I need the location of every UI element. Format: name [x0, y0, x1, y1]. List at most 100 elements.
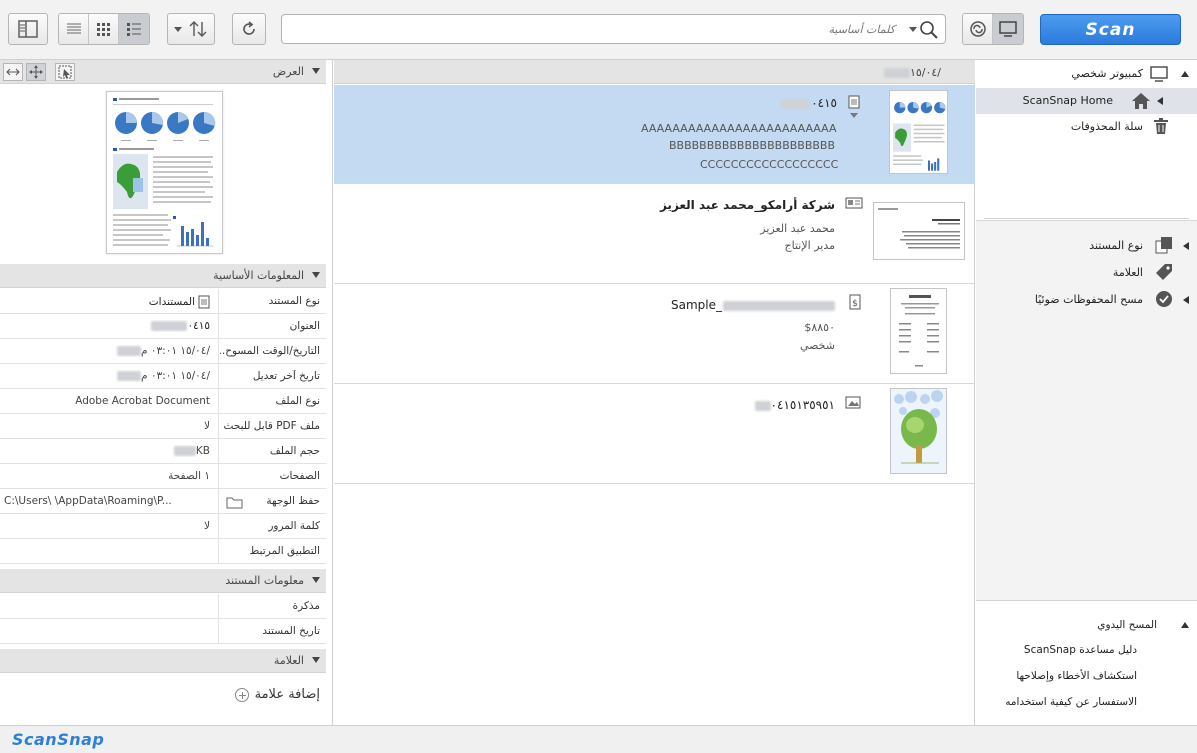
document-icon: [848, 95, 860, 109]
receipt-image: [899, 295, 939, 367]
list-item[interactable]: ٠٤١٥١٣٥٩٥١: [334, 384, 975, 484]
nav-filter-area: نوع المستند العلامة مسح المحفوظات ضوئيًا: [976, 220, 1197, 600]
collapse-triangle-icon[interactable]: [1157, 97, 1163, 105]
search-input[interactable]: كلمات أساسية: [829, 23, 896, 36]
info-value: KB: [5, 445, 210, 457]
info-label: ملف PDF قابل للبحث فيه: [220, 420, 320, 432]
info-value: C:\Users\ \AppData\Roaming\P...: [4, 495, 172, 507]
info-label: الصفحات: [279, 470, 320, 482]
refresh-button[interactable]: [232, 13, 266, 45]
document-title: شركة أرامكو_محمد عبد العزيز: [659, 198, 835, 212]
refresh-icon: [243, 21, 255, 35]
view-grid-button[interactable]: [89, 14, 119, 44]
computer-mode-button[interactable]: [993, 14, 1023, 44]
toolbar: كلمات أساسية Scan: [0, 0, 1197, 60]
monitor-icon: [999, 21, 1017, 37]
doc-info-table: مذكرة تاريخ المستند: [0, 594, 326, 644]
search-options-dropdown-icon[interactable]: [909, 27, 917, 32]
receipt-thumbnail[interactable]: [890, 288, 947, 374]
expand-triangle-icon[interactable]: [1181, 71, 1189, 77]
info-row-linked-app: التطبيق المرتبط: [0, 539, 326, 564]
fit-width-button[interactable]: [3, 63, 23, 81]
nav-label: العلامة: [1112, 266, 1143, 279]
search-icon[interactable]: [919, 20, 939, 40]
svg-text:$: $: [852, 299, 858, 309]
scansnap-logo: ScanSnap: [12, 730, 105, 749]
list-item[interactable]: ٠٤١٥ AAAAAAAAAAAAAAAAAAAAAAAAA BBBBBBBBB…: [334, 85, 975, 184]
navigation-pane: كمبيوتر شخصي ScanSnap Home سلة المحذوفات…: [976, 60, 1197, 725]
info-value: Adobe Acrobat Document: [75, 395, 210, 407]
info-label: كلمة المرور: [268, 520, 320, 532]
collapse-triangle-icon[interactable]: [312, 657, 320, 663]
collapse-triangle-icon[interactable]: [312, 272, 320, 278]
list-item[interactable]: $ Sample_ ٨٨٥٠$ شخصي: [334, 284, 975, 384]
sort-button[interactable]: [167, 13, 215, 45]
info-row-searchable-pdf: ملف PDF قابل للبحث فيه لا: [0, 414, 326, 439]
info-row-title: العنوان ٠٤١٥: [0, 314, 326, 339]
expand-triangle-icon[interactable]: [1183, 242, 1189, 250]
doc-info-section-header[interactable]: معلومات المستند: [0, 569, 326, 593]
nav-label: كمبيوتر شخصي: [1071, 67, 1143, 80]
search-box[interactable]: كلمات أساسية: [281, 14, 946, 44]
help-manual-scan[interactable]: المسح اليدوي: [1097, 619, 1157, 631]
doc-info-title: معلومات المستند: [225, 574, 304, 587]
tags-section-header[interactable]: العلامة: [0, 649, 326, 673]
expand-triangle-icon[interactable]: [1181, 622, 1189, 628]
preview-title: العرض: [272, 65, 304, 78]
photo-image: [891, 389, 946, 473]
basic-info-title: المعلومات الأساسية: [213, 269, 304, 282]
document-text-line: BBBBBBBBBBBBBBBBBBBBBB: [669, 139, 836, 152]
basic-info-section-header[interactable]: المعلومات الأساسية: [0, 264, 326, 288]
nav-item-trash[interactable]: سلة المحذوفات: [976, 114, 1197, 140]
collapse-triangle-icon[interactable]: [312, 577, 320, 583]
collapse-triangle-icon[interactable]: [312, 68, 320, 74]
pan-button[interactable]: [26, 63, 46, 81]
scan-button[interactable]: Scan: [1040, 14, 1181, 45]
document-title: Sample_: [671, 298, 835, 312]
info-row-save-destination: حفظ الوجهة C:\Users\ \AppData\Roaming\P.…: [0, 489, 326, 514]
help-troubleshoot-link[interactable]: استكشاف الأخطاء وإصلاحها: [1016, 670, 1137, 682]
status-bar: ScanSnap: [0, 725, 1197, 753]
check-circle-icon: [1156, 291, 1172, 307]
preview-tools: [3, 63, 75, 81]
business-card-icon: [845, 197, 863, 209]
nav-item-ocr-scans[interactable]: مسح المحفوظات ضوئيًا: [976, 287, 1197, 313]
add-tag-button[interactable]: إضافة علامة: [234, 687, 320, 702]
sort-icon: [189, 21, 207, 37]
view-detail-button[interactable]: [119, 14, 149, 44]
document-preview[interactable]: [106, 91, 223, 254]
nav-label: سلة المحذوفات: [1070, 120, 1143, 133]
date-group-header: ١٥/٠٤/: [334, 60, 975, 84]
select-area-button[interactable]: [55, 63, 75, 81]
cloud-mode-button[interactable]: [963, 14, 993, 44]
info-label: نوع المستند: [268, 295, 320, 307]
folder-icon[interactable]: [226, 495, 244, 509]
business-card-thumbnail[interactable]: [873, 202, 965, 260]
nav-item-computer[interactable]: كمبيوتر شخصي: [976, 61, 1197, 87]
document-text-line: محمد عبد العزيز: [760, 222, 835, 235]
info-value: /١٥/٠٤ ٠٣:٠١ م: [5, 345, 210, 357]
help-howto-link[interactable]: الاستفسار عن كيفية استخدامه: [1005, 696, 1137, 708]
toggle-pane-button[interactable]: [8, 13, 48, 45]
photo-thumbnail[interactable]: [890, 388, 947, 474]
chevron-down-icon[interactable]: [850, 113, 858, 118]
nav-item-tag[interactable]: العلامة: [976, 260, 1197, 286]
nav-item-scansnap-home[interactable]: ScanSnap Home: [976, 88, 1197, 114]
preview-section-header[interactable]: العرض: [0, 60, 326, 84]
document-thumbnail[interactable]: [889, 90, 948, 174]
info-value[interactable]: ٠٤١٥: [5, 320, 210, 332]
receipt-icon: $: [849, 294, 861, 310]
view-list-button[interactable]: [59, 14, 89, 44]
info-row-pages: الصفحات ١ الصفحة: [0, 464, 326, 489]
info-row-file-size: حجم الملف KB: [0, 439, 326, 464]
select-area-icon: [58, 65, 72, 79]
list-item[interactable]: شركة أرامكو_محمد عبد العزيز محمد عبد الع…: [334, 184, 975, 284]
help-guide-link[interactable]: دليل مساعدة ScanSnap: [1024, 644, 1137, 656]
nav-item-document-type[interactable]: نوع المستند: [976, 233, 1197, 259]
document-icon: [198, 295, 210, 309]
info-row-scan-datetime: التاريخ/الوقت المسوح... /١٥/٠٤ ٠٣:٠١ م: [0, 339, 326, 364]
info-row-last-modified: تاريخ آخر تعديل /١٥/٠٤ ٠٣:٠١ م: [0, 364, 326, 389]
help-section: المسح اليدوي دليل مساعدة ScanSnap استكشا…: [976, 600, 1197, 725]
expand-triangle-icon[interactable]: [1183, 296, 1189, 304]
info-label: تاريخ آخر تعديل: [252, 370, 320, 382]
